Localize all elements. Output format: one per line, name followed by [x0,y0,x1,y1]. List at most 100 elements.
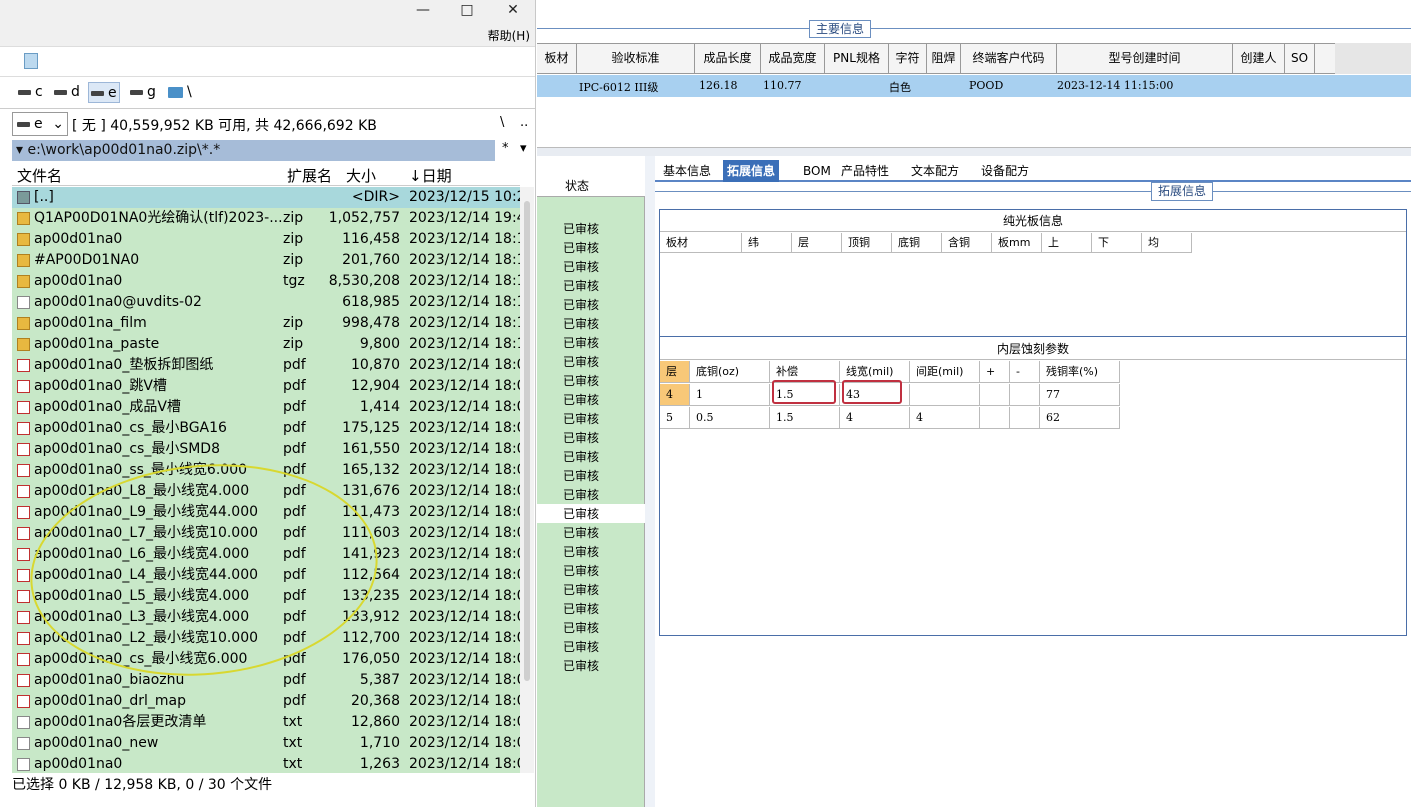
drive-e-button[interactable]: e [88,82,120,103]
status-cell[interactable]: 已审核 [563,581,599,598]
file-row[interactable]: ap00d01na0_drl_map pdf 20,368 2023/12/14 18… [12,691,520,712]
file-row[interactable]: ap00d01na0_cs_最小BGA16 pdf 175,125 2023/12/1… [12,418,520,439]
file-row[interactable]: ap00d01na_film zip 998,478 2023/12/14 18:1 [12,313,520,334]
file-row[interactable]: ap00d01na0 zip 116,458 2023/12/14 18:12 [12,229,520,250]
tab-3[interactable]: 产品特性 [837,160,893,182]
status-cell[interactable]: 已审核 [563,543,599,560]
etch-cell[interactable]: 1 [690,384,770,406]
etch-cell[interactable]: 77 [1040,384,1120,406]
etch-cell[interactable] [980,407,1010,429]
status-cell[interactable]: 已审核 [563,220,599,237]
status-cell[interactable]: 已审核 [563,391,599,408]
close-button[interactable]: ✕ [490,0,535,22]
file-row[interactable]: ap00d01na0_biaozhu pdf 5,387 2023/12/14 18:… [12,670,520,691]
etch-cell[interactable]: 4 [660,384,690,406]
status-cell[interactable]: 已审核 [563,600,599,617]
minimize-button[interactable]: — [400,0,446,22]
file-row[interactable]: ap00d01na0 tgz 8,530,208 2023/12/14 18:12 [12,271,520,292]
drive-d-button[interactable]: d [52,82,82,103]
status-cell[interactable]: 已审核 [563,239,599,256]
maximize-button[interactable]: □ [444,0,490,22]
root-button[interactable]: \ [500,115,504,130]
main-col-header[interactable]: 验收标准 [577,44,695,73]
horizontal-splitter[interactable] [537,148,1411,156]
main-col-header[interactable]: 成品长度 [695,44,761,73]
tab-5[interactable]: 设备配方 [977,160,1033,182]
tab-4[interactable]: 文本配方 [907,160,963,182]
menu-help[interactable]: 帮助(H) [488,27,530,44]
status-cell[interactable]: 已审核 [563,372,599,389]
status-cell[interactable]: 已审核 [563,505,599,522]
status-cell[interactable]: 已审核 [563,448,599,465]
drive-g-button[interactable]: g [128,82,158,103]
col-ext[interactable]: 扩展名 [287,165,332,186]
etch-cell[interactable]: 4 [910,407,980,429]
status-cell[interactable]: 已审核 [563,429,599,446]
scroll-thumb[interactable] [524,201,530,681]
main-grid-row[interactable]: IPC-6012 III级 126.18 110.77 白色 POOD 2023-12-1… [537,75,1411,97]
etch-cell[interactable] [1010,384,1040,406]
col-size[interactable]: 大小 [346,165,376,186]
file-row[interactable]: ap00d01na0@uvdits-02 618,985 2023/12/14 18… [12,292,520,313]
file-row[interactable]: ap00d01na0_cs_最小SMD8 pdf 161,550 2023/12/14… [12,439,520,460]
status-cell[interactable]: 已审核 [563,353,599,370]
history-dropdown-icon[interactable]: ▾ [520,141,527,156]
etch-cell[interactable]: 1.5 [770,407,840,429]
path-bar[interactable]: ▾ e:\work\ap00d01na0.zip\*.* [12,140,495,161]
main-col-header[interactable]: 阻焊 [927,44,961,73]
file-row[interactable]: #AP00D01NA0 zip 201,760 2023/12/14 18:12 [12,250,520,271]
drive-network-button[interactable]: \ [166,82,194,103]
etch-cell[interactable] [980,384,1010,406]
status-cell[interactable]: 已审核 [563,467,599,484]
file-row[interactable]: ap00d01na0 txt 1,263 2023/12/14 18:0 [12,754,520,775]
etch-cell[interactable]: 5 [660,407,690,429]
main-col-header[interactable]: 创建人 [1233,44,1285,73]
col-date[interactable]: ↓日期 [409,165,452,186]
etch-col-header: 层 [660,361,690,383]
etch-cell[interactable]: 4 [840,407,910,429]
scrollbar[interactable] [520,187,534,773]
dropdown-arrow-icon[interactable]: ▾ [16,142,23,158]
drive-combo[interactable]: e ⌄ [12,112,68,136]
status-cell[interactable]: 已审核 [563,315,599,332]
main-col-header[interactable]: SO [1285,44,1315,73]
status-cell[interactable]: 已审核 [563,638,599,655]
status-cell[interactable]: 已审核 [563,524,599,541]
main-col-header[interactable]: 板材 [537,44,577,73]
file-row[interactable]: ap00d01na_paste zip 9,800 2023/12/14 18:1 [12,334,520,355]
main-col-header[interactable]: 型号创建时间 [1057,44,1233,73]
main-col-header[interactable]: 字符 [889,44,927,73]
tab-0[interactable]: 基本信息 [659,160,715,182]
file-row[interactable]: ap00d01na0_垫板拆卸图纸 pdf 10,870 2023/12/14 18:… [12,355,520,376]
history-button[interactable]: * [502,141,509,156]
status-cell[interactable]: 已审核 [563,296,599,313]
status-cell[interactable]: 已审核 [563,410,599,427]
status-cell[interactable]: 已审核 [563,277,599,294]
status-cell[interactable]: 已审核 [563,258,599,275]
file-row[interactable]: [..] <DIR> 2023/12/15 10:24 [12,187,520,208]
main-col-header[interactable]: 成品宽度 [761,44,825,73]
main-col-header[interactable]: 终端客户代码 [961,44,1057,73]
tab-2[interactable]: BOM [799,160,835,182]
etch-cell[interactable] [910,384,980,406]
file-row[interactable]: Q1AP00D01NA0光绘确认(tlf)2023-... zip 1,052,75… [12,208,520,229]
notepad-icon[interactable] [24,53,38,69]
status-cell[interactable]: 已审核 [563,657,599,674]
tab-1[interactable]: 拓展信息 [723,160,780,182]
file-row[interactable]: ap00d01na0_成品V槽 pdf 1,414 2023/12/14 18:07 [12,397,520,418]
file-row[interactable]: ap00d01na0各层更改清单 txt 12,860 2023/12/14 18:0 [12,712,520,733]
etch-cell[interactable]: 0.5 [690,407,770,429]
status-cell[interactable]: 已审核 [563,562,599,579]
col-name[interactable]: 文件名 [17,165,62,186]
file-row[interactable]: ap00d01na0_new txt 1,710 2023/12/14 18:0 [12,733,520,754]
etch-cell[interactable] [1010,407,1040,429]
etch-cell[interactable]: 62 [1040,407,1120,429]
status-cell[interactable]: 已审核 [563,334,599,351]
file-row[interactable]: ap00d01na0_跳V槽 pdf 12,904 2023/12/14 18:07 [12,376,520,397]
parent-button[interactable]: .. [520,115,528,130]
status-cell[interactable]: 已审核 [563,486,599,503]
drive-c-button[interactable]: c [16,82,45,103]
vertical-splitter[interactable] [645,156,655,807]
main-col-header[interactable]: PNL规格 [825,44,889,73]
status-cell[interactable]: 已审核 [563,619,599,636]
